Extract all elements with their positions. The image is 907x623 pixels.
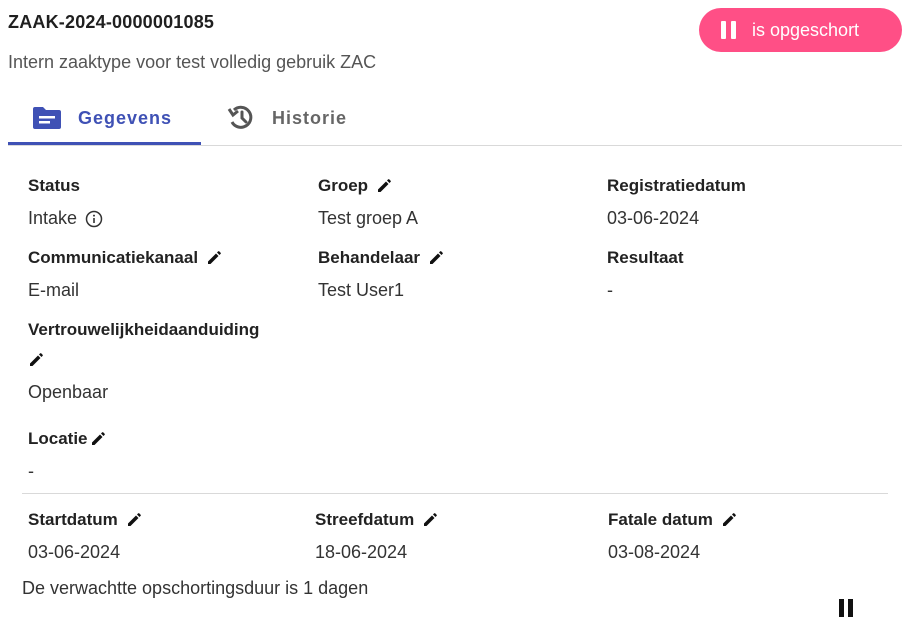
groep-value: Test groep A	[318, 208, 419, 228]
locatie-label: Locatie	[28, 429, 106, 449]
tab-historie[interactable]: Historie	[226, 92, 347, 144]
edit-vertrouwelijkheid-icon[interactable]	[28, 352, 44, 373]
info-icon[interactable]	[85, 210, 103, 228]
tab-gegevens-label: Gegevens	[78, 107, 173, 128]
registratiedatum-value: 03-06-2024	[607, 208, 700, 228]
dates-divider	[22, 493, 888, 494]
tab-gegevens[interactable]: Gegevens	[32, 92, 172, 144]
registratiedatum-label: Registratiedatum	[607, 176, 746, 195]
tabs-divider	[8, 145, 902, 146]
streefdatum-label: Streefdatum	[315, 510, 438, 530]
edit-locatie-icon[interactable]	[90, 431, 106, 447]
communicatiekanaal-label: Communicatiekanaal	[28, 248, 222, 268]
groep-label: Groep	[318, 176, 392, 196]
status-chip-label: is opgeschort	[752, 19, 860, 40]
folder-icon	[32, 106, 62, 130]
suspension-duration-note: De verwachtte opschortingsduur is 1 dage…	[22, 578, 369, 598]
fatale-datum-label: Fatale datum	[608, 510, 737, 530]
behandelaar-value: Test User1	[318, 280, 405, 300]
edit-communicatiekanaal-icon[interactable]	[206, 250, 222, 266]
edit-behandelaar-icon[interactable]	[428, 250, 444, 266]
vertrouwelijkheid-value: Openbaar	[28, 382, 109, 402]
edit-startdatum-icon[interactable]	[126, 512, 142, 528]
tab-historie-label: Historie	[272, 107, 348, 128]
vertrouwelijkheid-label: Vertrouwelijkheidaanduiding	[28, 320, 260, 339]
startdatum-value: 03-06-2024	[28, 542, 121, 562]
behandelaar-label: Behandelaar	[318, 248, 444, 268]
streefdatum-value: 18-06-2024	[315, 542, 408, 562]
pause-icon	[721, 21, 736, 39]
startdatum-label: Startdatum	[28, 510, 142, 530]
locatie-value: -	[28, 461, 34, 481]
case-type-subtitle: Intern zaaktype voor test volledig gebru…	[8, 52, 377, 72]
case-id-title: ZAAK-2024-0000001085	[8, 12, 215, 32]
resultaat-label: Resultaat	[607, 248, 684, 267]
edit-groep-icon[interactable]	[376, 178, 392, 194]
pause-icon[interactable]	[832, 594, 860, 622]
history-icon	[226, 104, 256, 132]
communicatiekanaal-value: E-mail	[28, 280, 80, 300]
resultaat-value: -	[607, 280, 613, 300]
fatale-datum-value: 03-08-2024	[608, 542, 701, 562]
edit-streefdatum-icon[interactable]	[422, 512, 438, 528]
status-value: Intake	[28, 208, 103, 229]
edit-fatale-datum-icon[interactable]	[721, 512, 737, 528]
active-tab-indicator	[8, 142, 201, 145]
suspended-status-chip[interactable]: is opgeschort	[699, 8, 902, 52]
status-label: Status	[28, 176, 80, 195]
